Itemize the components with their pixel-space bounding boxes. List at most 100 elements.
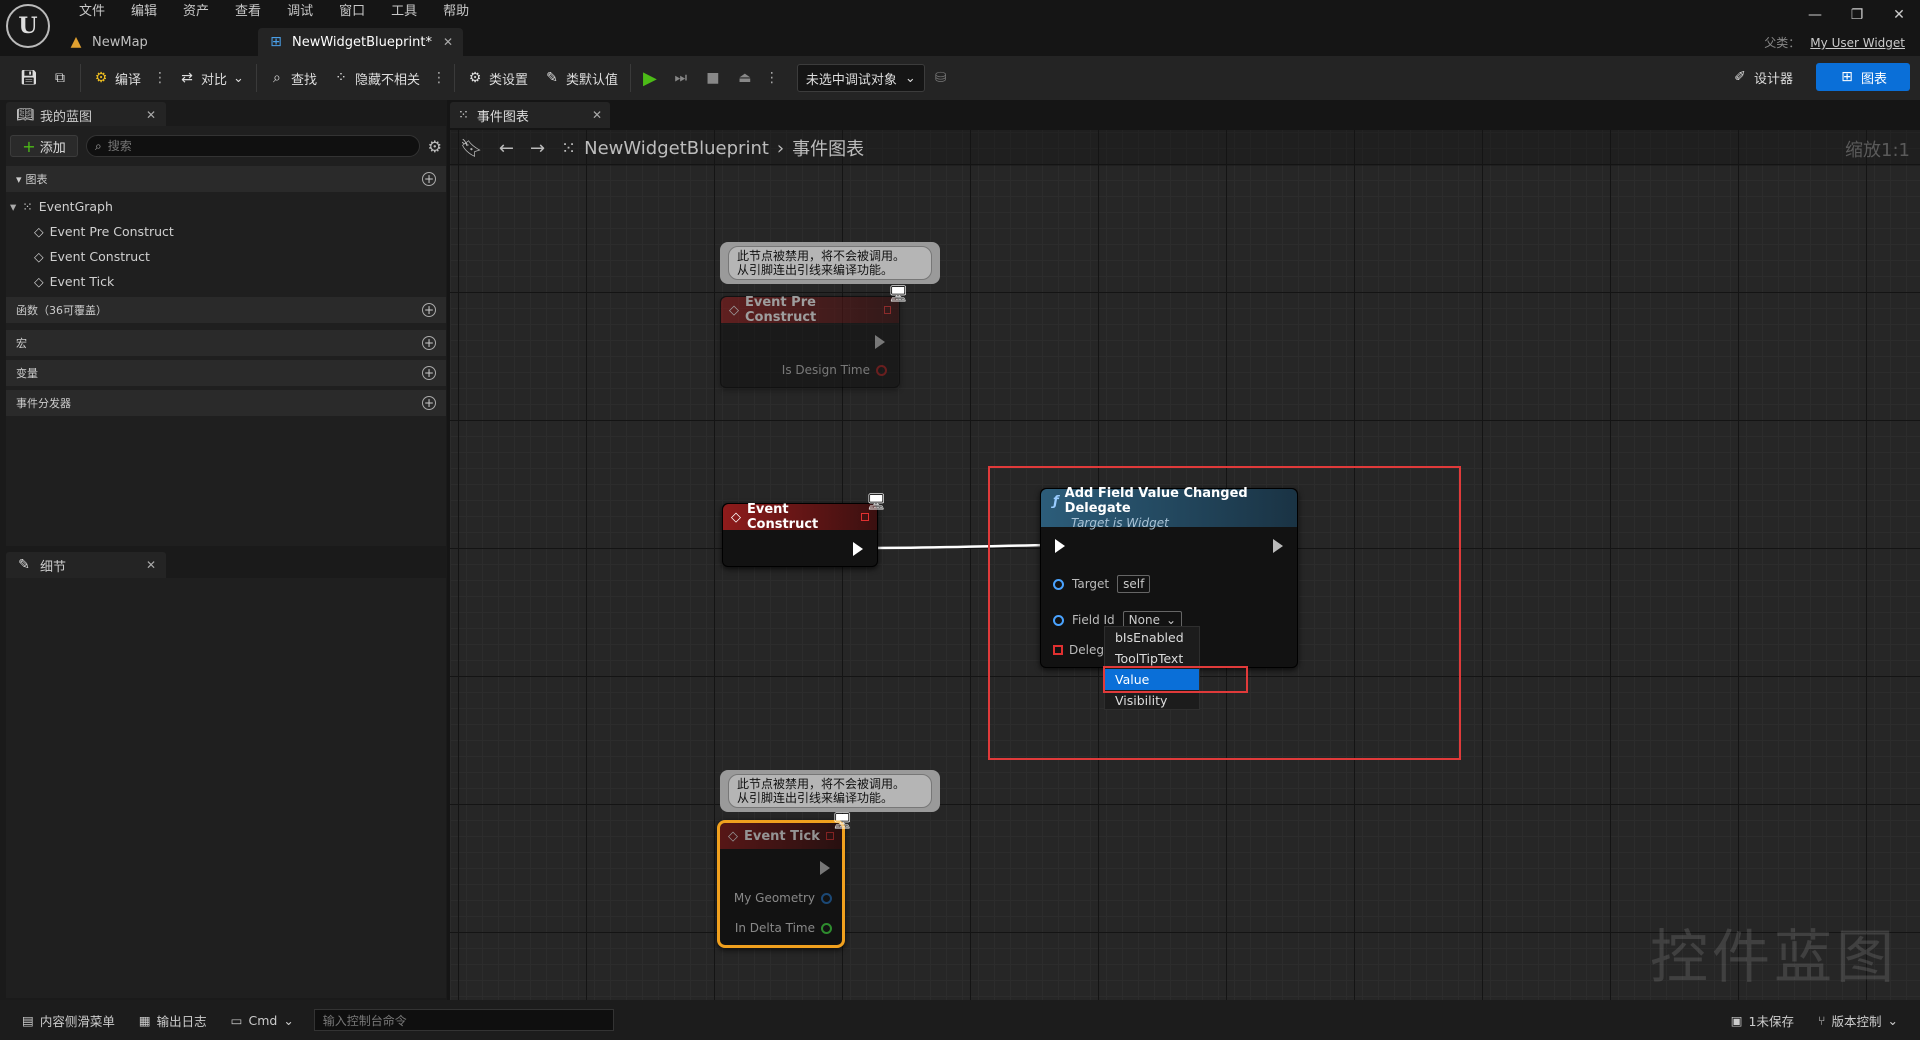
unsaved-button[interactable]: ▣ 1未保存 xyxy=(1719,1000,1806,1040)
tab-newmap[interactable]: ▲ NewMap xyxy=(58,28,258,56)
tree-item-event-tick[interactable]: ◇ Event Tick xyxy=(34,269,114,293)
filter-icon: ⛁ xyxy=(934,70,947,86)
section-variables[interactable]: 变量 + xyxy=(6,360,446,386)
minimize-icon[interactable]: — xyxy=(1794,0,1836,30)
breadcrumb: ⁙ NewWidgetBlueprint › 事件图表 xyxy=(561,135,864,161)
add-graph-icon[interactable]: + xyxy=(422,172,436,186)
section-event-dispatchers[interactable]: 事件分发器 + xyxy=(6,390,446,416)
search-input[interactable] xyxy=(107,139,388,153)
forward-arrow-icon[interactable]: → xyxy=(530,138,545,159)
close-icon[interactable]: ✕ xyxy=(592,108,602,122)
menu-debug[interactable]: 调试 xyxy=(274,2,326,22)
restore-icon[interactable]: ❐ xyxy=(1836,0,1878,30)
section-graphs[interactable]: ▾ 图表 + xyxy=(6,166,446,192)
tab-details[interactable]: ✎ 细节 ✕ xyxy=(6,552,166,578)
add-macro-icon[interactable]: + xyxy=(422,336,436,350)
diff-button[interactable]: ⇄ 对比 ⌄ xyxy=(171,62,252,94)
play-options-icon[interactable]: ⋮ xyxy=(761,70,783,86)
more-options-icon[interactable]: ⋮ xyxy=(428,70,450,86)
debug-object-select[interactable]: 未选中调试对象 ⌄ xyxy=(796,64,925,92)
tree-item-eventgraph[interactable]: ▾ ⁙ EventGraph xyxy=(10,194,113,218)
eject-button[interactable]: ⏏ xyxy=(729,62,761,94)
class-settings-button[interactable]: ⚙ 类设置 xyxy=(459,62,536,94)
monitor-icon: 🖥︎ xyxy=(832,811,853,830)
output-log-button[interactable]: ▦ 输出日志 xyxy=(127,1000,219,1040)
play-button[interactable]: ▶ xyxy=(635,62,665,94)
parent-class-label: 父类： xyxy=(1764,36,1801,50)
add-button[interactable]: + 添加 xyxy=(10,135,78,157)
hide-unrelated-button[interactable]: ⁘ 隐藏不相关 xyxy=(325,62,428,94)
delegate-pin[interactable] xyxy=(883,306,891,314)
back-arrow-icon[interactable]: ← xyxy=(499,138,514,159)
class-defaults-button[interactable]: ✎ 类默认值 xyxy=(536,62,626,94)
float-pin[interactable] xyxy=(821,922,832,934)
close-icon[interactable]: ✕ xyxy=(146,108,156,122)
save-icon: 💾︎ xyxy=(20,70,38,86)
exec-out-pin[interactable] xyxy=(853,542,863,556)
compile-button[interactable]: ⚙ 编译 xyxy=(85,62,149,94)
menu-asset[interactable]: 资产 xyxy=(170,2,222,22)
bool-pin[interactable] xyxy=(876,364,887,376)
details-panel xyxy=(6,578,446,998)
breadcrumb-blueprint[interactable]: NewWidgetBlueprint xyxy=(584,138,769,159)
cmd-dropdown[interactable]: ▭ Cmd ⌄ xyxy=(219,1000,306,1040)
add-dispatcher-icon[interactable]: + xyxy=(422,396,436,410)
content-drawer-button[interactable]: ▤ 内容侧滑菜单 xyxy=(10,1000,127,1040)
stop-button[interactable]: ■ xyxy=(697,62,729,94)
source-control-button[interactable]: ⑂ 版本控制 ⌄ xyxy=(1806,1000,1910,1040)
collapse-icon: ▾ xyxy=(10,198,17,214)
menu-tools[interactable]: 工具 xyxy=(378,2,430,22)
browse-button[interactable]: ⧉ xyxy=(44,62,76,94)
unsaved-label: 1未保存 xyxy=(1748,1013,1794,1029)
widget-blueprint-icon: ⊞ xyxy=(270,34,282,50)
menu-help[interactable]: 帮助 xyxy=(430,2,482,22)
exec-out-pin[interactable] xyxy=(875,335,885,349)
close-window-icon[interactable]: ✕ xyxy=(1878,0,1920,30)
event-icon: ◇ xyxy=(729,302,739,318)
menu-bar: 文件 编辑 资产 查看 调试 窗口 工具 帮助 xyxy=(66,2,482,22)
delegate-pin[interactable] xyxy=(826,832,834,840)
struct-pin[interactable] xyxy=(821,892,832,904)
close-icon[interactable]: ✕ xyxy=(443,35,453,49)
designer-mode-button[interactable]: ✐ 设计器 xyxy=(1720,62,1805,92)
tab-my-blueprint[interactable]: 📖︎ 我的蓝图 ✕ xyxy=(6,102,166,128)
tree-item-event-pre-construct[interactable]: ◇ Event Pre Construct xyxy=(34,219,174,243)
settings-gear-icon[interactable]: ⚙ xyxy=(428,137,442,156)
section-functions[interactable]: 函数（36可覆盖） + xyxy=(6,297,446,323)
console-command-input[interactable]: 输入控制台命令 xyxy=(313,1009,614,1031)
unreal-logo-icon[interactable]: U xyxy=(6,4,50,48)
add-variable-icon[interactable]: + xyxy=(422,366,436,380)
save-button[interactable]: 💾︎ xyxy=(12,62,44,94)
pin-label: Is Design Time xyxy=(781,363,870,377)
graph-mode-button[interactable]: ⊞ 图表 xyxy=(1816,63,1910,91)
menu-window[interactable]: 窗口 xyxy=(326,2,378,22)
compile-options-icon[interactable]: ⋮ xyxy=(149,70,171,86)
parent-class-link[interactable]: My User Widget xyxy=(1810,36,1905,50)
tab-event-graph[interactable]: ⁙ 事件图表 ✕ xyxy=(450,102,610,128)
close-icon[interactable]: ✕ xyxy=(146,558,156,572)
tab-label: 细节 xyxy=(40,559,67,575)
menu-view[interactable]: 查看 xyxy=(222,2,274,22)
step-button[interactable]: ⏭ xyxy=(665,62,697,94)
breadcrumb-graph[interactable]: 事件图表 xyxy=(792,135,864,161)
menu-edit[interactable]: 编辑 xyxy=(118,2,170,22)
tab-newwidgetblueprint[interactable]: ⊞ NewWidgetBlueprint* ✕ xyxy=(258,28,463,56)
menu-file[interactable]: 文件 xyxy=(66,2,118,22)
debug-filter-button[interactable]: ⛁ xyxy=(925,62,957,94)
node-event-construct[interactable]: ◇ Event Construct xyxy=(722,502,878,567)
node-content: ◇ Event Tick xyxy=(720,823,842,849)
content-drawer-label: 内容侧滑菜单 xyxy=(39,1013,115,1029)
node-event-tick[interactable]: ◇ Event Tick My Geometry In Delta Time xyxy=(717,820,845,948)
pin-row: Is Design Time xyxy=(782,363,887,377)
class-settings-label: 类设置 xyxy=(488,72,528,88)
bookmark-icon[interactable]: 🔖︎ xyxy=(460,138,483,159)
section-macros[interactable]: 宏 + xyxy=(6,330,446,356)
exec-out-pin[interactable] xyxy=(820,861,830,875)
node-event-pre-construct[interactable]: ◇ Event Pre Construct Is Design Time xyxy=(720,295,900,388)
delegate-pin[interactable] xyxy=(861,513,869,521)
add-function-icon[interactable]: + xyxy=(422,303,436,317)
node-header: ◇ Event Construct xyxy=(723,502,877,532)
tree-item-event-construct[interactable]: ◇ Event Construct xyxy=(34,244,150,268)
find-button[interactable]: ⌕ 查找 xyxy=(261,62,325,94)
tree-item-label: Event Construct xyxy=(49,248,150,264)
